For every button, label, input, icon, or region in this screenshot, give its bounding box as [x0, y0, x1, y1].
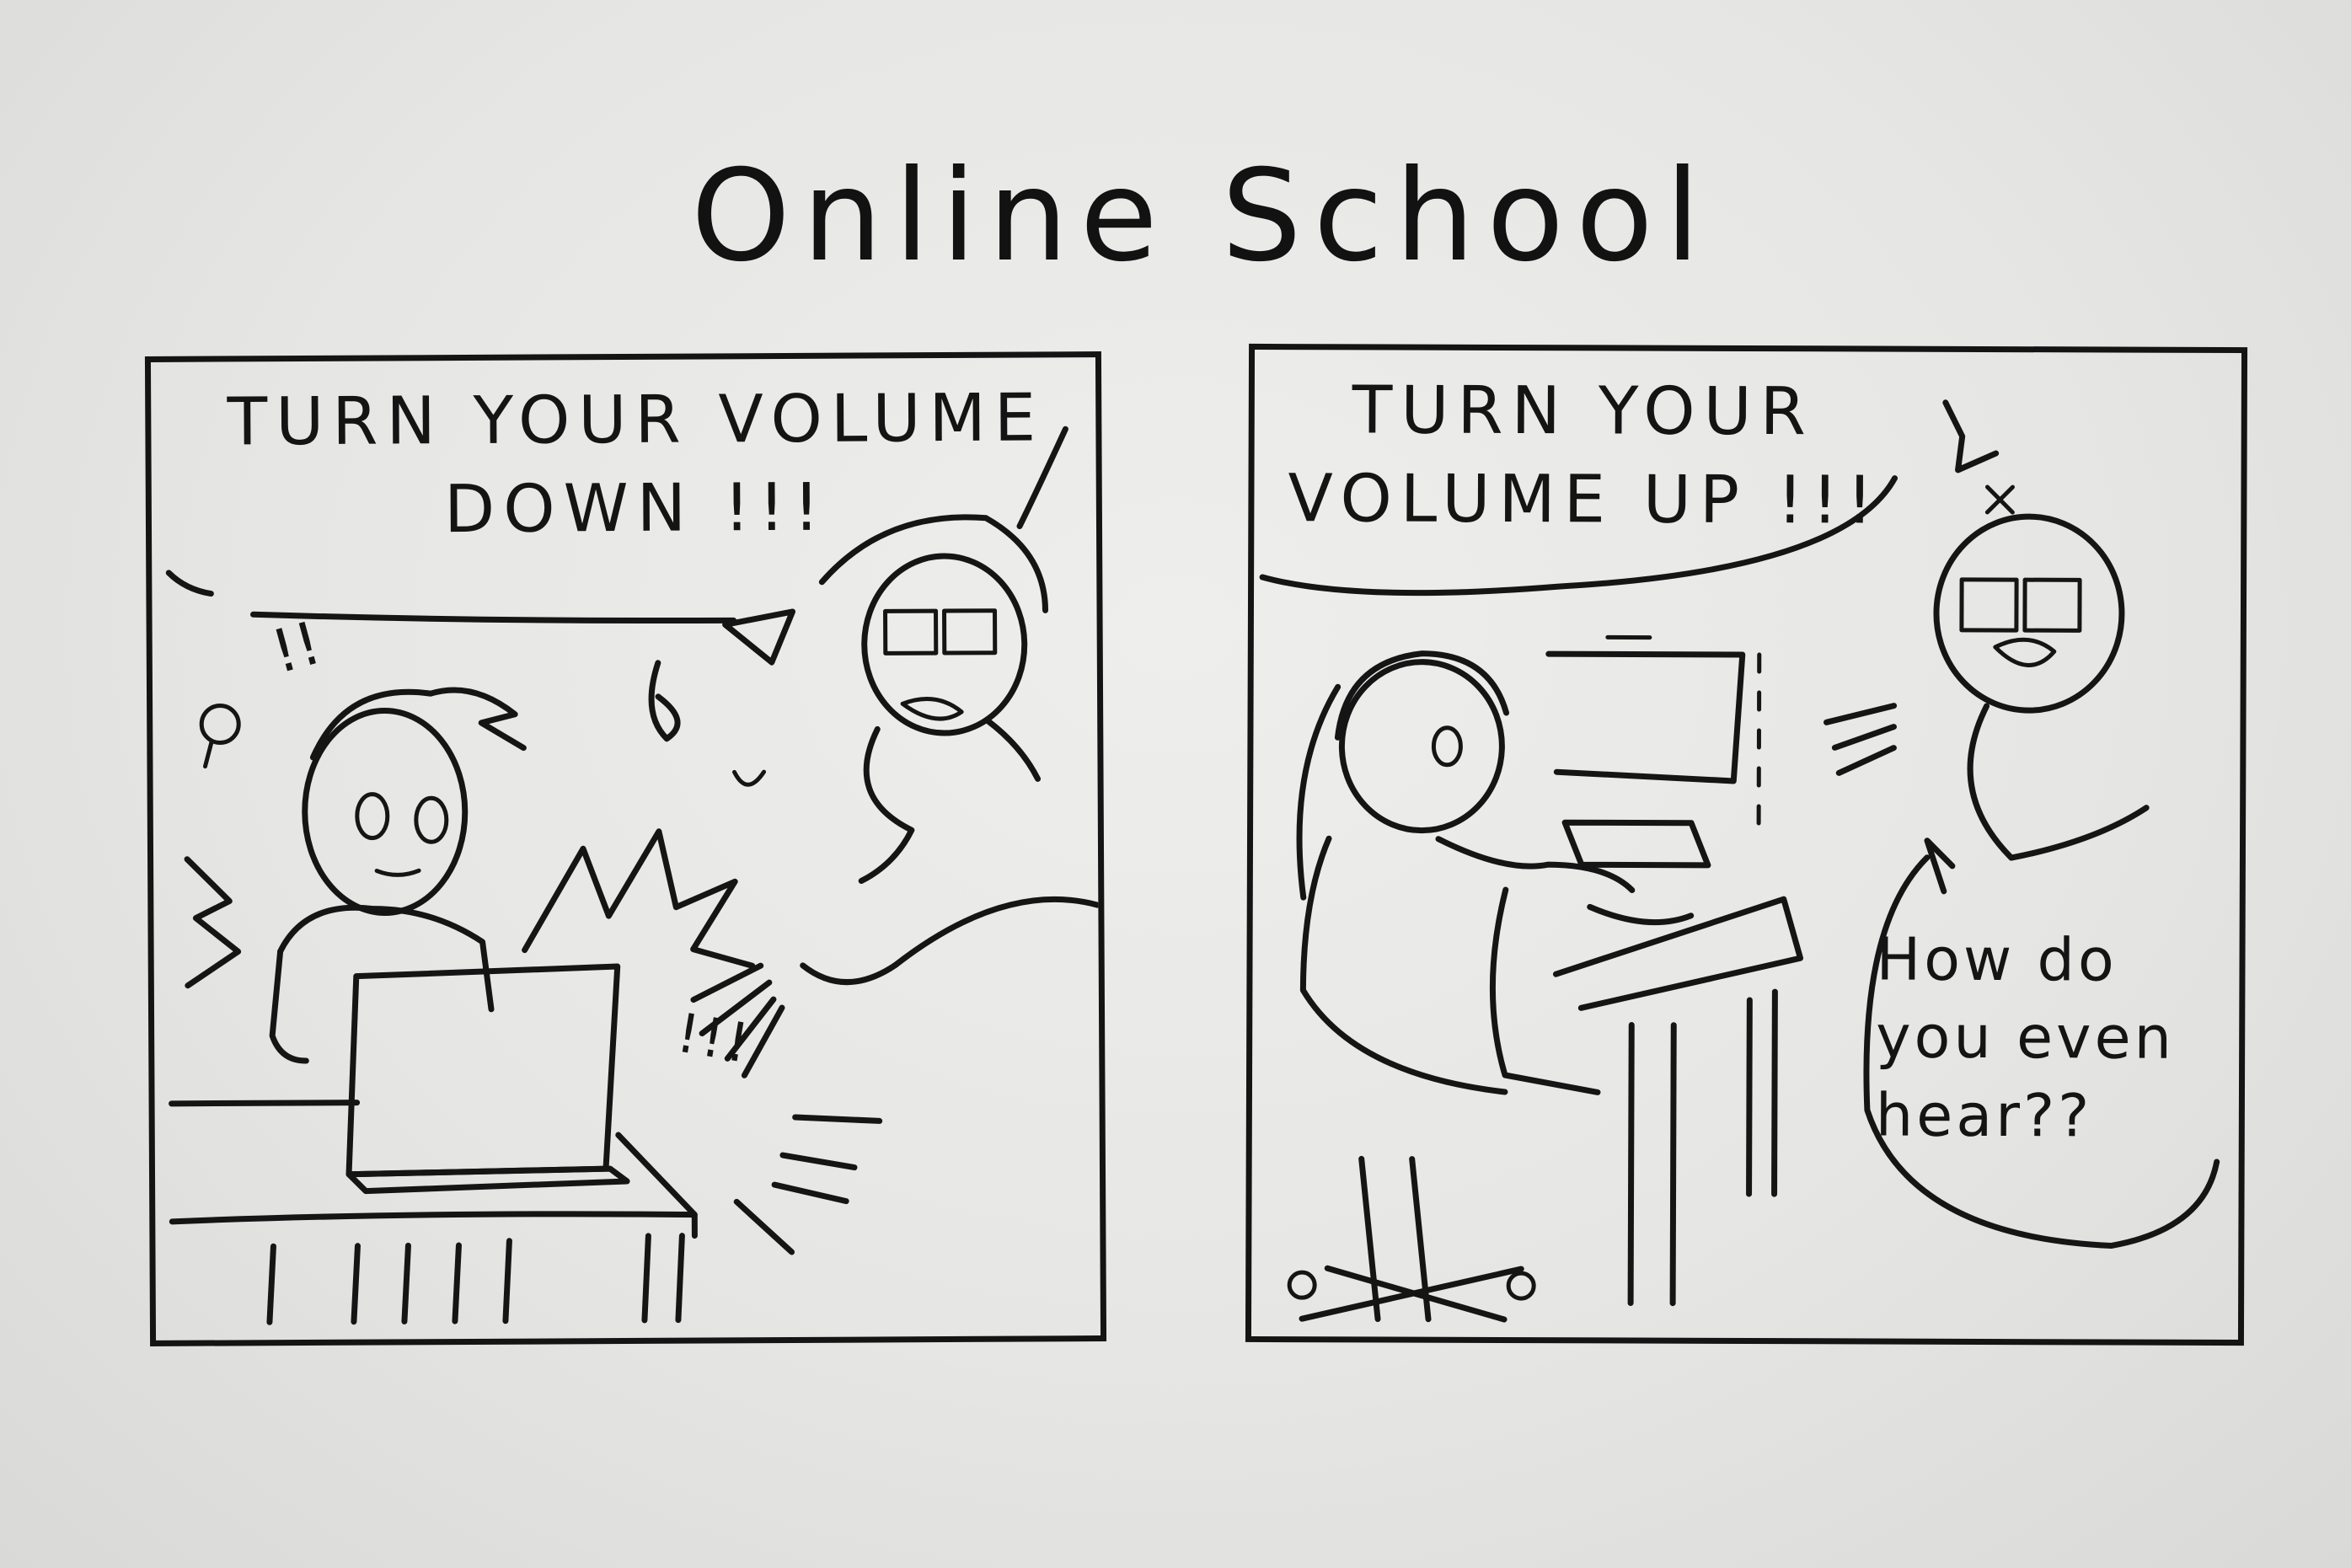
noise-burst-right: [522, 828, 756, 969]
speech-bubble-arc: [250, 611, 737, 624]
reply-bubble-tail: [1924, 838, 1956, 895]
reply-line-2: you even: [1876, 1002, 2176, 1073]
chair-base: [1299, 1265, 1524, 1323]
student-shirt: [277, 904, 495, 1013]
teacher-glasses-left: [1959, 577, 2019, 633]
teacher-head: [1933, 513, 2125, 714]
comic-panel-2: TURN YOUR VOLUME UP !!! How do you even …: [1245, 343, 2248, 1346]
teacher-mouth: [900, 697, 964, 721]
desk-top: [169, 1211, 698, 1225]
student-eye-right: [414, 795, 449, 844]
student-eye-left: [355, 792, 390, 841]
speech-text-line-1: TURN YOUR: [1352, 372, 1815, 451]
teacher-phone: [983, 717, 1042, 782]
student-arm: [269, 948, 309, 1064]
smile-doodle-icon: [732, 769, 767, 787]
laptop-screen: [345, 963, 621, 1178]
reply-text: How do you even hear??: [1876, 921, 2231, 1156]
teacher-hair-lower: [858, 725, 915, 885]
teacher-glasses-right: [942, 608, 998, 656]
thought-bubble-icon: [199, 704, 241, 746]
speech-text-line-1: TURN YOUR VOLUME: [227, 380, 1045, 461]
anger-vein-icon: [1984, 484, 2015, 515]
student-girl-hair: [1334, 650, 1510, 741]
monitor: [1545, 650, 1746, 784]
teacher-mouth: [1993, 637, 2057, 667]
comic-panel-1: !! TURN YOUR VOLUME DOWN !!! !!!: [144, 351, 1107, 1346]
teacher-hand-icon: [1823, 703, 1898, 776]
student-girl-eye: [1431, 725, 1463, 768]
shock-marks: !!: [265, 608, 329, 688]
reply-line-1: How do: [1876, 924, 2118, 995]
computer-mouse: [1587, 903, 1695, 926]
loud-exclamation: !!!: [672, 1002, 757, 1077]
student-girl-head: [1338, 659, 1505, 834]
teacher-glasses-right: [2022, 577, 2082, 633]
laptop-base: [345, 1165, 630, 1195]
noise-burst-left: [184, 856, 242, 989]
speech-bubble-tail: [1942, 399, 2000, 474]
teacher-glasses-left: [883, 608, 939, 656]
chair-back: [1299, 835, 1508, 1095]
speech-text-line-2: VOLUME UP !!!: [1288, 461, 1882, 539]
student-head: [302, 707, 469, 916]
speech-bubble-arc-left: [165, 570, 214, 597]
desk-edge-back: [169, 1100, 361, 1107]
keyboard: [1561, 819, 1711, 869]
teacher-body: [1967, 703, 2150, 861]
student-mouth: [374, 868, 421, 877]
comic-title: Online School: [691, 143, 1712, 290]
desk-surface: [1552, 896, 1804, 1011]
annoyed-squiggle-icon: [648, 660, 681, 742]
speech-text-line-2: DOWN !!!: [443, 469, 828, 549]
teacher-arm: [800, 896, 1101, 986]
desk-side: [615, 1132, 698, 1239]
reply-line-3: hear??: [1875, 1080, 2093, 1151]
student-girl-legs: [1489, 886, 1601, 1095]
